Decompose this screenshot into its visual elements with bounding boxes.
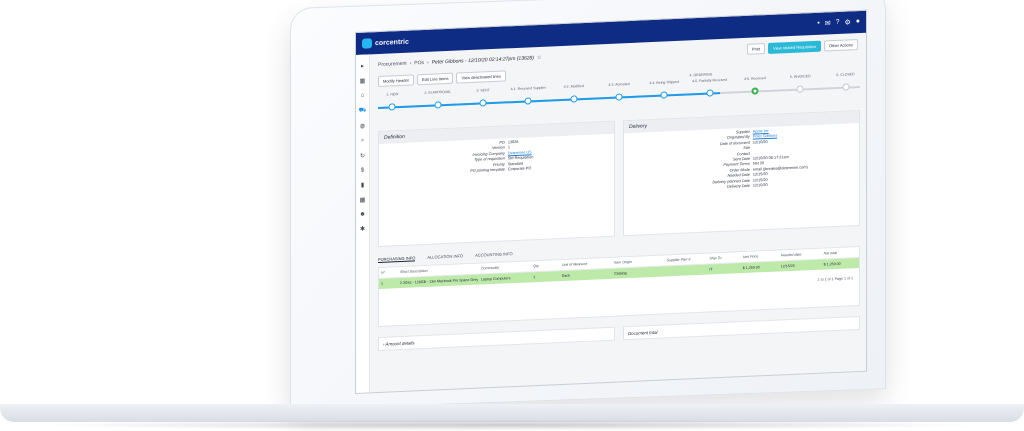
supplier-icon[interactable]: ◍ [360, 123, 365, 130]
table-cell: $ 1,259.00 [823, 261, 841, 267]
column-header[interactable]: Net total [824, 250, 857, 256]
star-icon[interactable]: ☆ [537, 55, 541, 61]
edit-line-items-button[interactable]: Edit Line Items [417, 72, 454, 86]
column-header[interactable]: Item Origin [614, 258, 666, 265]
modify-header-button[interactable]: Modify Header [378, 74, 415, 87]
top-icons: ▪ ✉ ? ⚙ ● [817, 18, 860, 28]
expand-icon[interactable]: ▸ [361, 63, 364, 70]
step-label: 4-5. Partially Received [692, 77, 728, 84]
step-label: 5. INVOICED [789, 74, 811, 80]
column-header[interactable]: Qty [533, 263, 562, 268]
logo-mark-icon [362, 38, 372, 49]
header-panels: Definition PO 13628 Version 1 Invoicing Comp… [378, 109, 860, 247]
tab-allocation-info[interactable]: ALLOCATION INFO [427, 253, 463, 261]
breadcrumb-separator: › [409, 60, 412, 67]
amount-details-panel[interactable]: › Amount details [378, 326, 615, 351]
table-cell: Each [561, 273, 571, 278]
step-label: 4-3. Activated [608, 82, 630, 87]
page-title: Peter Gibbons - 12/10/20 02:14:27pm (136… [431, 55, 534, 66]
logo-text: corcentric [375, 38, 409, 47]
table-cell: 2.3Ghz - 128GB - 13in Macbook Pro Space … [400, 277, 479, 286]
settings-icon[interactable]: ✱ [360, 226, 365, 233]
step-label: 2. IN APPROVAL [424, 89, 452, 95]
step-dot[interactable] [615, 93, 623, 101]
delivery-fields: Supplier Apple Inc Originated By Peter Gibb… [624, 123, 859, 195]
column-header[interactable]: Commodity [481, 264, 533, 271]
money-icon[interactable]: $ [361, 168, 364, 174]
column-header[interactable]: Short Description [400, 267, 481, 274]
column-header[interactable]: Unit of Measure [562, 261, 614, 267]
view-deactivated-lines-button[interactable]: View deactivated lines [456, 70, 506, 84]
table-cell: Catalog [614, 271, 627, 276]
step-dot[interactable] [842, 83, 850, 91]
step-dot[interactable] [706, 89, 714, 97]
document-total-panel: Document total [623, 315, 860, 341]
help-icon[interactable]: ? [836, 19, 840, 27]
step-dot[interactable] [434, 101, 442, 109]
other-actions-button[interactable]: Other Actions [823, 39, 858, 52]
step-label: 4-2. Modified [563, 84, 584, 89]
main-content: Procurement › POs › Peter Gibbons - 12/1… [372, 33, 866, 393]
view-related-requisition-button[interactable]: View related Requisition [768, 40, 821, 54]
step-dot[interactable] [388, 103, 396, 111]
breadcrumb-root[interactable]: Procurement [378, 61, 407, 68]
amount-details-label: Amount details [385, 340, 415, 347]
user-icon[interactable]: ● [856, 18, 860, 26]
table-cell: $ 1,259.00 [742, 265, 760, 271]
column-header[interactable]: Ship To [709, 255, 742, 261]
gear-icon[interactable]: ⚙ [844, 18, 850, 26]
table-cell: 1 [533, 275, 536, 280]
stepper-stage-label: 4. ORDERING [689, 72, 713, 78]
users-icon[interactable]: ☻ [359, 212, 365, 218]
print-button[interactable]: Print [746, 43, 766, 55]
table-cell: Laptop Computers [480, 276, 511, 282]
table-cell: 1 [381, 281, 383, 286]
search-icon[interactable]: ⌕ [361, 138, 364, 145]
step-label: 4-4. Being Shipped [649, 79, 680, 86]
left-sidebar: ▸ ▦ ⌂ ⛟ ◍ ⌕ ↻ $ ▮ ▩ ☻ ✱ [356, 54, 370, 393]
chart-icon[interactable]: ▮ [361, 182, 364, 189]
step-dot[interactable] [796, 85, 804, 93]
step-label: 3. SENT [476, 88, 490, 93]
table-cell: 12/15/20 [780, 263, 795, 269]
corcentric-logo[interactable]: corcentric [362, 37, 409, 49]
delivery-panel: Delivery Supplier Apple Inc Originated By P… [623, 109, 860, 237]
table-cell: IT [709, 267, 713, 272]
chat-icon[interactable]: ▪ [817, 20, 819, 28]
message-icon[interactable]: ✉ [825, 19, 831, 27]
tab-accounting-info[interactable]: ACCOUNTING INFO [475, 251, 513, 259]
tab-purchasing-info[interactable]: PURCHASING INFO [378, 255, 416, 263]
laptop-shadow [30, 420, 990, 430]
definition-panel: Definition PO 13628 Version 1 Invoicing Comp… [378, 120, 615, 247]
column-header[interactable]: Supplier Part # [667, 257, 710, 262]
step-dot[interactable] [479, 99, 487, 107]
home-icon[interactable]: ⌂ [361, 93, 365, 99]
column-header[interactable]: Unit Price [743, 253, 781, 259]
column-header[interactable]: Needed date [781, 252, 824, 258]
app-screen: corcentric ▪ ✉ ? ⚙ ● ▸ ▦ ⌂ ⛟ ◍ ⌕ ↻ $ ▮ ▩… [355, 9, 867, 394]
step-label: 6. CLOSED [836, 72, 855, 77]
step-dot[interactable] [751, 87, 759, 95]
step-label: 1. NEW [386, 92, 399, 97]
breadcrumb-section[interactable]: POs [414, 60, 424, 66]
dashboard-icon[interactable]: ▦ [360, 78, 366, 85]
step-label: 4-1. Received Supplier [510, 85, 547, 92]
apps-icon[interactable]: ▩ [360, 197, 366, 204]
breadcrumb-separator: › [427, 59, 429, 66]
step-dot[interactable] [570, 95, 578, 103]
step-label: 4-6. Received [744, 76, 766, 82]
cart-icon[interactable]: ⛟ [359, 107, 367, 115]
step-dot[interactable] [524, 97, 532, 105]
table-cell [667, 268, 710, 274]
column-header[interactable]: N° [381, 270, 400, 275]
step-dot[interactable] [660, 91, 668, 99]
refresh-icon[interactable]: ↻ [360, 153, 365, 160]
